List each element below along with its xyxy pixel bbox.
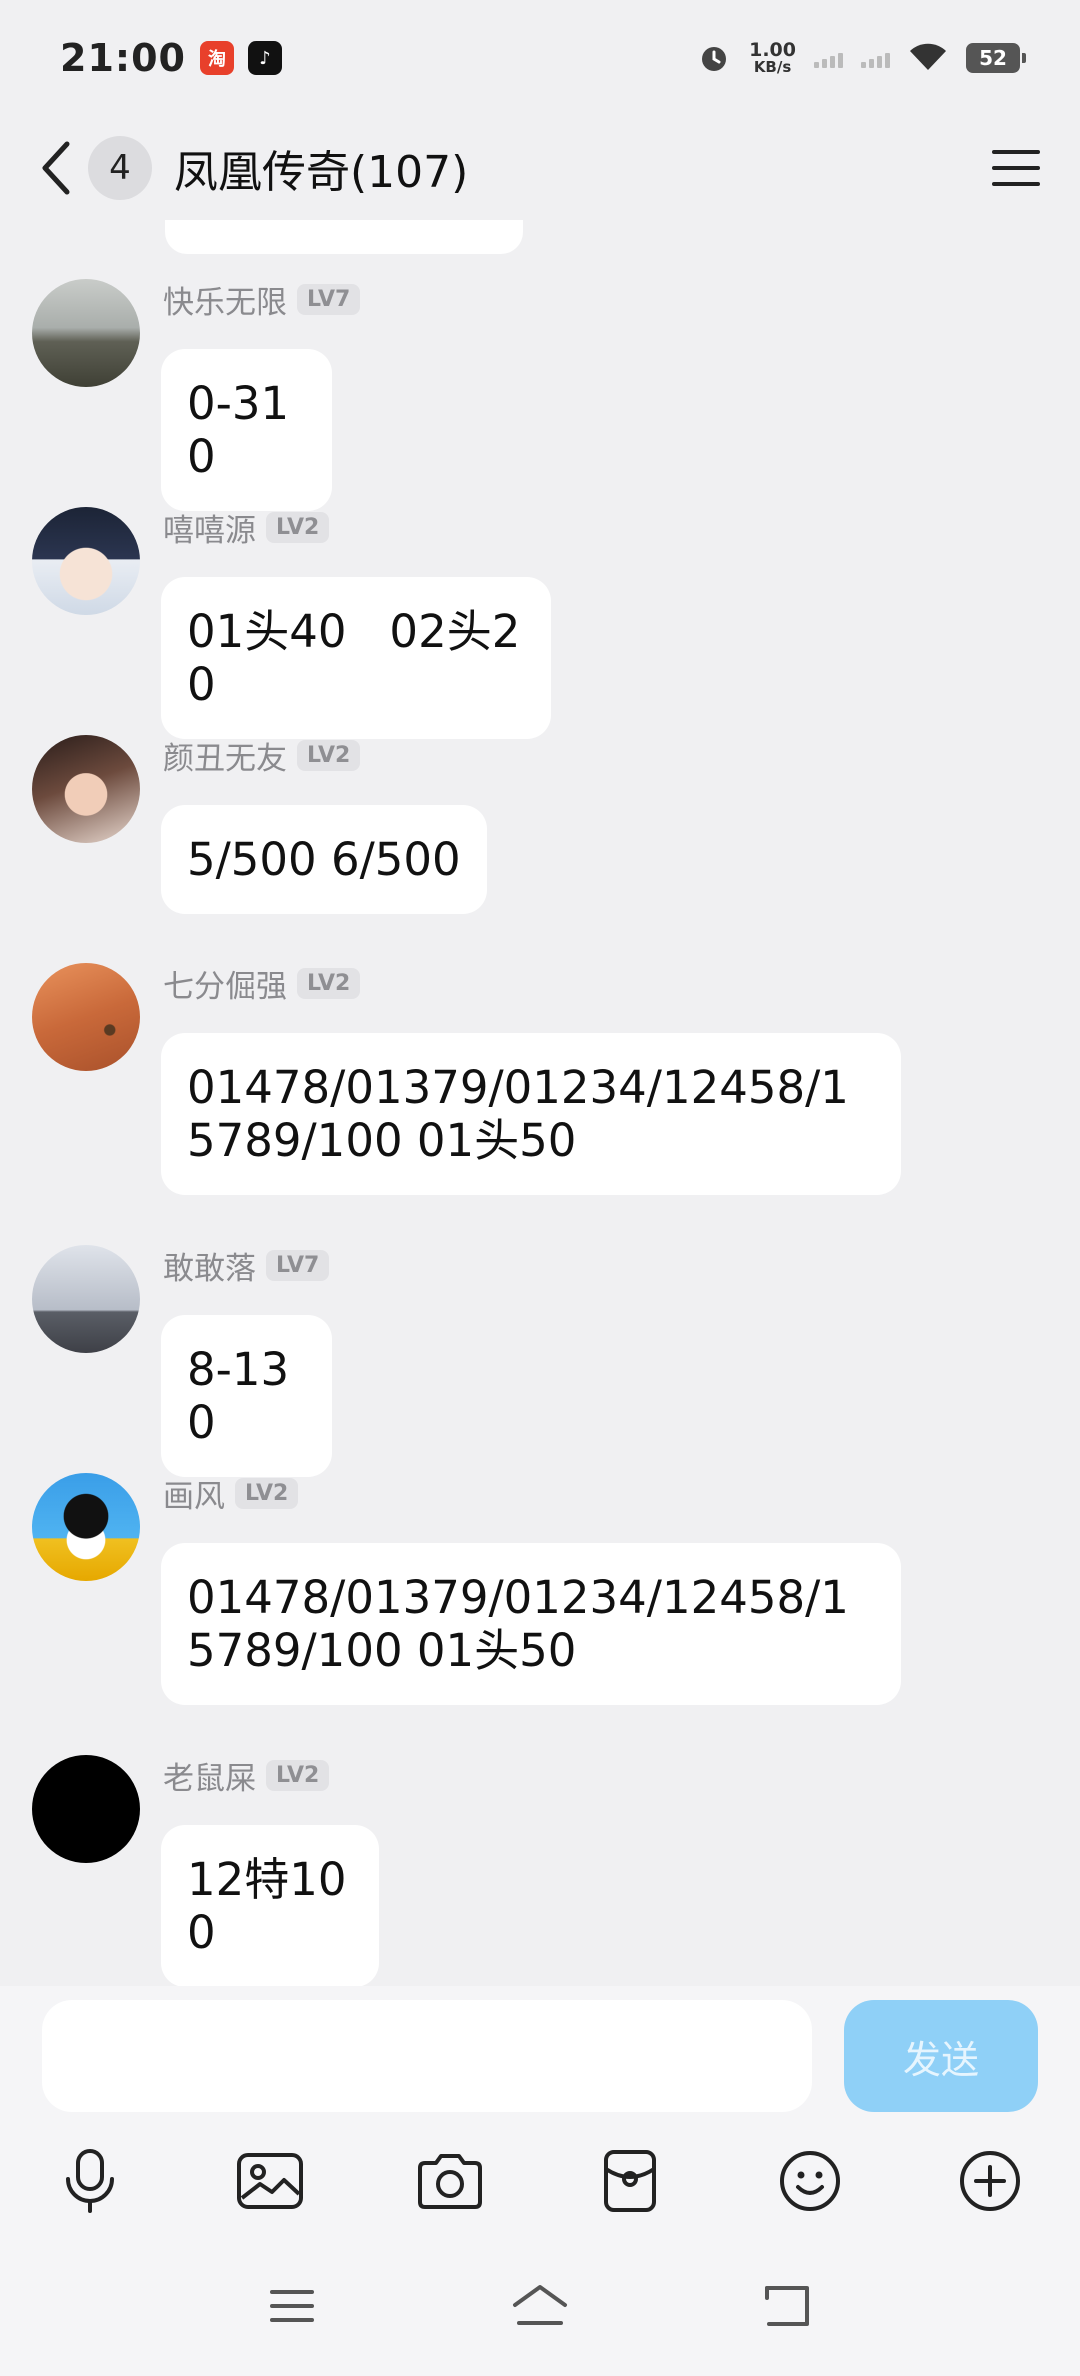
status-time: 21:00 [60, 36, 186, 80]
composer-toolbar [0, 2126, 1080, 2236]
menu-icon [270, 2290, 314, 2322]
message-bubble[interactable]: 5/500 6/500 [161, 805, 487, 914]
more-button[interactable] [950, 2141, 1030, 2221]
camera-button[interactable] [410, 2141, 490, 2221]
sender-name[interactable]: 敢敢落 [163, 1243, 256, 1288]
message-bubble[interactable]: 12特100 [161, 1825, 379, 1986]
sender-name[interactable]: 颜丑无友 [163, 733, 287, 778]
back-icon [765, 2286, 809, 2326]
level-badge: LV2 [266, 511, 330, 543]
camera-icon [418, 2154, 482, 2209]
red-packet-icon [604, 2150, 656, 2212]
sender-name[interactable]: 老鼠屎 [163, 1753, 256, 1798]
lake-shore-avatar[interactable] [32, 279, 140, 387]
qq-penguin-avatar[interactable] [32, 1473, 140, 1581]
anime-boy-avatar[interactable] [32, 507, 140, 615]
message-bubble[interactable]: 0-310 [161, 349, 332, 511]
system-nav-bar [0, 2236, 1080, 2376]
taobao-icon: 淘 [199, 41, 234, 75]
sender-name[interactable]: 快乐无限 [163, 277, 287, 322]
voice-button[interactable] [50, 2141, 130, 2221]
level-badge: LV2 [297, 967, 361, 999]
group-menu-button[interactable] [988, 140, 1044, 196]
message-list[interactable]: 快乐无限 LV7 0-310 嘻嘻源 LV2 01头40 02头20 颜丑无友 … [0, 220, 1080, 1986]
sender-name[interactable]: 嘻嘻源 [163, 505, 256, 550]
cell-signal-icon [814, 48, 843, 68]
emoji-button[interactable] [770, 2141, 850, 2221]
cell-signal-icon-2 [861, 48, 890, 68]
sender-name[interactable]: 画风 [163, 1471, 225, 1516]
level-badge: LV7 [266, 1249, 330, 1281]
unread-count-badge[interactable]: 4 [88, 136, 152, 200]
sender-name[interactable]: 七分倔强 [163, 961, 287, 1006]
girl-photo-avatar[interactable] [32, 735, 140, 843]
emoji-icon [780, 2151, 840, 2211]
previous-message-bubble[interactable] [165, 220, 523, 254]
message-composer: 发送 [0, 1986, 1080, 2126]
plus-icon [960, 2151, 1020, 2211]
system-back-button[interactable] [753, 2271, 823, 2341]
chevron-left-icon [42, 141, 70, 195]
level-badge: LV7 [297, 283, 361, 315]
message-input[interactable] [42, 2000, 812, 2112]
image-icon [237, 2153, 303, 2209]
message-bubble[interactable]: 01头40 02头20 [161, 577, 551, 739]
group-title: 凤凰传奇(107) [174, 147, 469, 198]
battery-icon: 52 [966, 43, 1026, 73]
hamburger-menu-icon [992, 150, 1040, 186]
status-bar: 21:00 淘 ♪ 1.00 KB/s 52 [0, 0, 1080, 116]
level-badge: LV2 [235, 1477, 299, 1509]
back-button[interactable] [36, 138, 76, 198]
level-badge: LV2 [297, 739, 361, 771]
home-icon [513, 2285, 567, 2325]
bridge-avatar[interactable] [32, 1245, 140, 1353]
recent-apps-button[interactable] [257, 2271, 327, 2341]
home-button[interactable] [505, 2271, 575, 2341]
message-bubble[interactable]: 8-130 [161, 1315, 332, 1477]
alarm-icon [702, 47, 727, 71]
chat-header: 4 凤凰传奇(107) [0, 116, 1080, 220]
network-speed: 1.00 KB/s [749, 39, 796, 76]
wifi-icon [910, 43, 946, 70]
red-packet-button[interactable] [590, 2141, 670, 2221]
message-bubble[interactable]: 01478/01379/01234/12458/15789/100 01头50 [161, 1033, 901, 1195]
black-avatar[interactable] [32, 1755, 140, 1863]
image-button[interactable] [230, 2141, 310, 2221]
level-badge: LV2 [266, 1759, 330, 1791]
send-button[interactable]: 发送 [844, 2000, 1038, 2112]
microphone-icon [66, 2149, 114, 2213]
tiktok-icon: ♪ [247, 41, 282, 75]
desert-avatar[interactable] [32, 963, 140, 1071]
message-bubble[interactable]: 01478/01379/01234/12458/15789/100 01头50 [161, 1543, 901, 1705]
